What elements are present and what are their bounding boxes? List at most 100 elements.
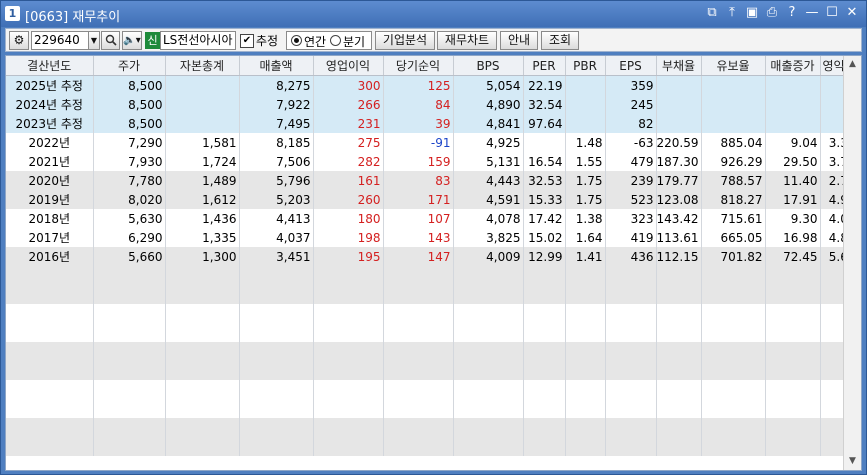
table-row[interactable]: 2020년 7,780 1,489 5,796 161 83 4,443 32.53 1.75 2… bbox=[6, 171, 859, 190]
financial-grid[interactable]: 결산년도 주가 자본총계 매출액 영업이익 당기순익 BPS PER PBR EPS 부채율 유보율 매… bbox=[5, 55, 862, 471]
column-header[interactable]: 결산년도 bbox=[6, 56, 94, 76]
table-cell bbox=[765, 304, 821, 323]
table-cell: 2017년 bbox=[6, 228, 94, 247]
table-cell: 1.41 bbox=[565, 247, 606, 266]
column-header[interactable]: 주가 bbox=[93, 56, 166, 76]
table-cell bbox=[313, 304, 384, 323]
table-cell bbox=[239, 266, 314, 285]
table-cell bbox=[605, 266, 657, 285]
table-cell: 1,612 bbox=[165, 190, 240, 209]
column-header[interactable]: 당기순익 bbox=[383, 56, 454, 76]
period-quarter-radio[interactable] bbox=[330, 35, 341, 46]
table-cell bbox=[383, 342, 454, 361]
column-header[interactable]: PBR bbox=[565, 56, 606, 76]
table-row[interactable]: 2016년 5,660 1,300 3,451 195 147 4,009 12.99 1.41… bbox=[6, 247, 859, 266]
settings-gear-icon[interactable]: ⚙ bbox=[9, 31, 29, 50]
query-button[interactable]: 조회 bbox=[541, 31, 579, 50]
table-cell: 788.57 bbox=[701, 171, 766, 190]
company-analysis-button[interactable]: 기업분석 bbox=[375, 31, 435, 50]
column-header[interactable]: 매출증가 bbox=[765, 56, 821, 76]
table-cell bbox=[605, 361, 657, 380]
table-cell: 1,489 bbox=[165, 171, 240, 190]
column-header[interactable]: PER bbox=[523, 56, 566, 76]
empty-table-row[interactable] bbox=[6, 342, 859, 361]
table-cell bbox=[523, 380, 566, 399]
print-icon[interactable]: ⎙ bbox=[764, 5, 780, 21]
empty-table-row[interactable] bbox=[6, 304, 859, 323]
window-link-icon[interactable]: ⧉ bbox=[704, 5, 720, 21]
stock-name-field[interactable]: LS전선아시아 bbox=[160, 31, 236, 50]
table-row[interactable]: 2021년 7,930 1,724 7,506 282 159 5,131 16.54 1.55… bbox=[6, 152, 859, 171]
empty-table-row[interactable] bbox=[6, 437, 859, 456]
table-cell bbox=[313, 437, 384, 456]
scroll-down-icon[interactable]: ▼ bbox=[844, 453, 861, 470]
table-cell bbox=[453, 304, 524, 323]
empty-table-row[interactable] bbox=[6, 361, 859, 380]
stock-code-input[interactable]: 229640 bbox=[31, 31, 89, 50]
empty-table-row[interactable] bbox=[6, 323, 859, 342]
table-row[interactable]: 2025년 추정 8,500 8,275 300 125 5,054 22.19 359 bbox=[6, 75, 859, 95]
table-row[interactable]: 2018년 5,630 1,436 4,413 180 107 4,078 17.42 1.38… bbox=[6, 209, 859, 228]
table-row[interactable]: 2022년 7,290 1,581 8,185 275 -91 4,925 1.48 -63 22… bbox=[6, 133, 859, 152]
guide-button[interactable]: 안내 bbox=[500, 31, 538, 50]
capture-icon[interactable]: ▣ bbox=[744, 5, 760, 21]
table-row[interactable]: 2023년 추정 8,500 7,495 231 39 4,841 97.64 82 bbox=[6, 114, 859, 133]
table-cell bbox=[165, 437, 240, 456]
period-annual-radio[interactable] bbox=[291, 35, 302, 46]
table-row[interactable]: 2019년 8,020 1,612 5,203 260 171 4,591 15.33 1.75… bbox=[6, 190, 859, 209]
table-row[interactable]: 2017년 6,290 1,335 4,037 198 143 3,825 15.02 1.64… bbox=[6, 228, 859, 247]
column-header[interactable]: 영업이익 bbox=[313, 56, 384, 76]
table-cell: 84 bbox=[383, 95, 454, 114]
pin-top-icon[interactable]: ⤒ bbox=[724, 5, 740, 21]
vertical-scrollbar[interactable]: ▲ ▼ bbox=[843, 56, 861, 470]
empty-table-row[interactable] bbox=[6, 399, 859, 418]
table-cell: 112.15 bbox=[656, 247, 702, 266]
table-cell bbox=[765, 285, 821, 304]
table-cell bbox=[453, 285, 524, 304]
speaker-dropdown-icon[interactable]: 🔈▾ bbox=[122, 31, 142, 50]
table-cell bbox=[656, 418, 702, 437]
table-cell bbox=[6, 266, 94, 285]
table-cell: 143.42 bbox=[656, 209, 702, 228]
table-cell bbox=[6, 342, 94, 361]
column-header[interactable]: EPS bbox=[605, 56, 657, 76]
table-cell bbox=[765, 418, 821, 437]
financial-chart-button[interactable]: 재무차트 bbox=[437, 31, 497, 50]
table-cell bbox=[701, 114, 766, 133]
minimize-icon[interactable]: — bbox=[804, 5, 820, 21]
close-icon[interactable]: ✕ bbox=[844, 5, 860, 21]
empty-table-row[interactable] bbox=[6, 285, 859, 304]
table-cell: 926.29 bbox=[701, 152, 766, 171]
table-cell: 8,185 bbox=[239, 133, 314, 152]
scroll-up-icon[interactable]: ▲ bbox=[844, 56, 861, 73]
column-header[interactable]: 자본총계 bbox=[165, 56, 240, 76]
maximize-icon[interactable]: ☐ bbox=[824, 5, 840, 21]
table-cell: 180 bbox=[313, 209, 384, 228]
column-header[interactable]: 매출액 bbox=[239, 56, 314, 76]
title-bar[interactable]: 1 [0663] 재무추이 ⧉ ⤒ ▣ ⎙? — ☐ ✕ bbox=[1, 1, 866, 27]
table-cell: 198 bbox=[313, 228, 384, 247]
table-cell bbox=[239, 437, 314, 456]
help-icon[interactable]: ? bbox=[784, 5, 800, 21]
table-cell: 123.08 bbox=[656, 190, 702, 209]
search-icon[interactable] bbox=[101, 31, 120, 50]
table-cell: 8,020 bbox=[93, 190, 166, 209]
column-header[interactable]: 유보율 bbox=[701, 56, 766, 76]
column-header[interactable]: 부채율 bbox=[656, 56, 702, 76]
table-cell: 2019년 bbox=[6, 190, 94, 209]
table-cell: 1.55 bbox=[565, 152, 606, 171]
table-row[interactable]: 2024년 추정 8,500 7,922 266 84 4,890 32.54 245 bbox=[6, 95, 859, 114]
estimate-checkbox[interactable]: ✔ bbox=[240, 34, 254, 48]
table-cell bbox=[239, 380, 314, 399]
table-cell bbox=[93, 285, 166, 304]
stock-code-dropdown-icon[interactable]: ▼ bbox=[88, 31, 100, 50]
table-cell bbox=[765, 75, 821, 95]
table-cell bbox=[765, 342, 821, 361]
empty-table-row[interactable] bbox=[6, 418, 859, 437]
column-header[interactable]: BPS bbox=[453, 56, 524, 76]
table-cell bbox=[765, 323, 821, 342]
table-cell: 12.99 bbox=[523, 247, 566, 266]
empty-table-row[interactable] bbox=[6, 380, 859, 399]
table-cell bbox=[165, 114, 240, 133]
empty-table-row[interactable] bbox=[6, 266, 859, 285]
